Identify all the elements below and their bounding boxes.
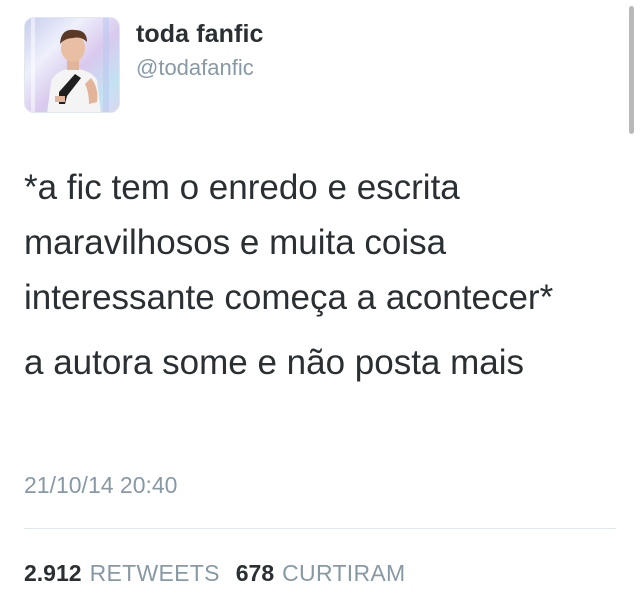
scrollbar[interactable] xyxy=(629,6,634,134)
user-handle[interactable]: @todafanfic xyxy=(136,55,254,81)
divider xyxy=(24,528,616,529)
retweets-stat[interactable]: 2.912 RETWEETS xyxy=(24,560,220,586)
likes-label: CURTIRAM xyxy=(282,560,406,586)
likes-stat[interactable]: 678 CURTIRAM xyxy=(236,560,406,586)
tweet-card: toda fanfic @todafanfic *a fic tem o enr… xyxy=(0,0,640,609)
likes-count: 678 xyxy=(235,560,275,586)
tweet-timestamp[interactable]: 21/10/14 20:40 xyxy=(24,470,177,500)
tweet-text-paragraph-1: *a fic tem o enredo e escrita maravilhos… xyxy=(24,168,554,317)
tweet-text-paragraph-2: a autora some e não posta mais xyxy=(24,343,525,382)
tweet-stats: 2.912 RETWEETS 678 CURTIRAM xyxy=(24,558,406,588)
retweets-label: RETWEETS xyxy=(89,560,220,586)
avatar-photo-icon xyxy=(25,18,119,112)
retweets-count: 2.912 xyxy=(24,560,82,586)
tweet-text: *a fic tem o enredo e escrita maravilhos… xyxy=(24,160,624,390)
avatar[interactable] xyxy=(24,17,120,113)
display-name[interactable]: toda fanfic xyxy=(136,19,264,49)
